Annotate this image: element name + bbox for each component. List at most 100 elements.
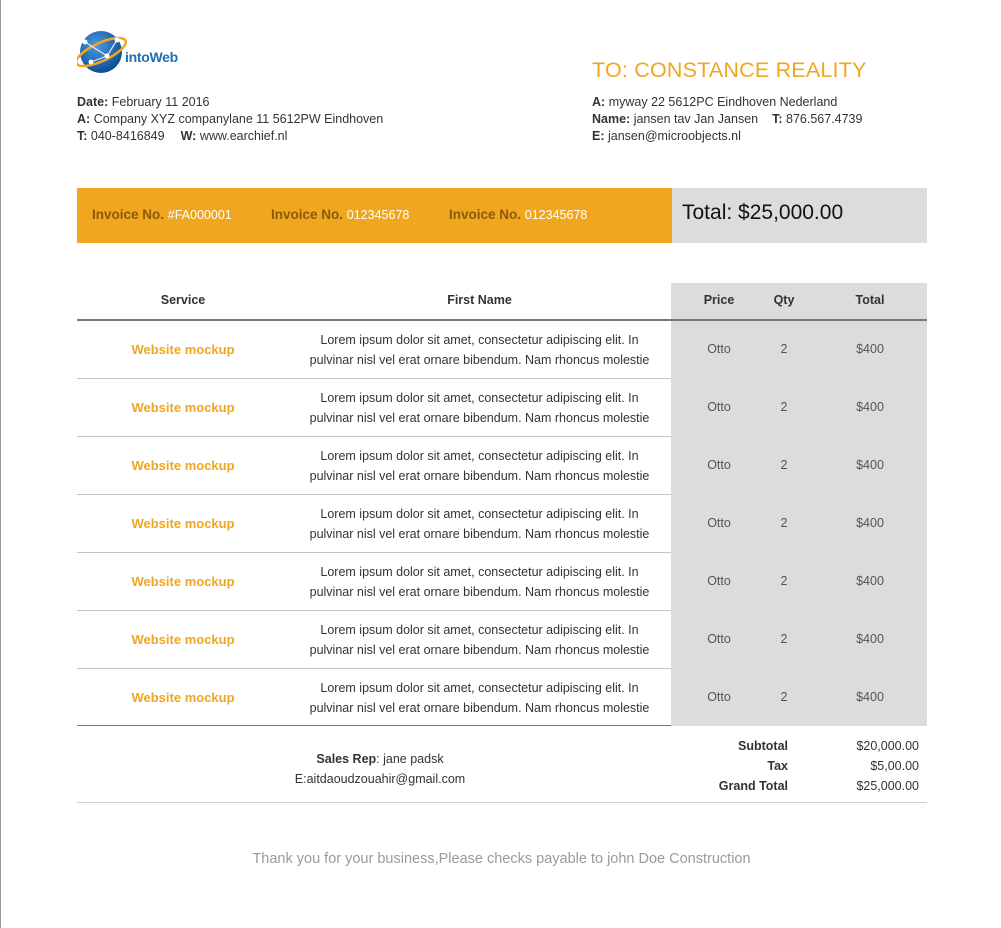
row-description-line: pulvinar nisl vel erat ornare bibendum. … <box>309 468 650 483</box>
row-qty: 2 <box>780 516 788 530</box>
summary-values: $20,000.00 $5,00.00 $25,000.00 <box>801 736 919 796</box>
row-description: Lorem ipsum dolor sit amet, consectetur … <box>289 505 670 544</box>
row-description-line: pulvinar nisl vel erat ornare bibendum. … <box>309 642 650 657</box>
row-description-line: Lorem ipsum dolor sit amet, consectetur … <box>320 449 639 463</box>
row-service: Website mockup <box>131 632 235 647</box>
invoice-number-label: Invoice No. <box>449 207 522 222</box>
row-description-line: pulvinar nisl vel erat ornare bibendum. … <box>309 584 650 599</box>
table-row: Website mockup Otto 2 $400 Lorem ipsum dolor… <box>77 379 927 437</box>
row-description-line: pulvinar nisl vel erat ornare bibendum. … <box>309 352 650 367</box>
row-description: Lorem ipsum dolor sit amet, consectetur … <box>289 679 670 718</box>
row-qty: 2 <box>780 632 788 646</box>
invoice-number-bar: Invoice No. #FA000001 Invoice No. 012345… <box>77 188 672 243</box>
table-row: Website mockup Otto 2 $400 Lorem ipsum dolor… <box>77 669 927 727</box>
row-description-line: Lorem ipsum dolor sit amet, consectetur … <box>320 507 639 521</box>
row-service: Website mockup <box>131 574 235 589</box>
row-total: $400 <box>856 458 884 472</box>
row-qty: 2 <box>780 342 788 356</box>
grand-total-value: $25,000.00 <box>856 779 919 793</box>
row-description-line: pulvinar nisl vel erat ornare bibendum. … <box>309 526 650 541</box>
sender-address-value: Company XYZ companylane 11 5612PW Eindho… <box>93 112 384 126</box>
row-service: Website mockup <box>131 690 235 705</box>
row-total: $400 <box>856 400 884 414</box>
row-service: Website mockup <box>131 400 235 415</box>
row-service: Website mockup <box>131 516 235 531</box>
tax-label: Tax <box>767 759 788 773</box>
header-first-name: First Name <box>447 293 512 307</box>
invoice-number-value: #FA000001 <box>167 208 232 222</box>
total-box: Total: $25,000.00 <box>672 188 927 243</box>
globe-icon <box>77 31 128 73</box>
sender-info: Date: February 11 2016 A: Company XYZ co… <box>77 94 383 145</box>
date-value: February 11 2016 <box>111 95 210 109</box>
recipient-email-label: E: <box>592 129 605 143</box>
row-total: $400 <box>856 516 884 530</box>
sales-rep-value: : jane padsk <box>376 752 444 766</box>
row-service: Website mockup <box>131 342 235 357</box>
row-service: Website mockup <box>131 458 235 473</box>
row-description: Lorem ipsum dolor sit amet, consectetur … <box>289 331 670 370</box>
recipient-address-value: myway 22 5612PC Eindhoven Nederland <box>608 95 838 109</box>
row-total: $400 <box>856 690 884 704</box>
row-qty: 2 <box>780 458 788 472</box>
thank-you-note: Thank you for your business,Please check… <box>252 851 751 867</box>
company-logo: intoWeb <box>77 26 197 78</box>
table-row: Website mockup Otto 2 $400 Lorem ipsum dolor… <box>77 611 927 669</box>
recipient-phone-value: 876.567.4739 <box>786 112 863 126</box>
row-description: Lorem ipsum dolor sit amet, consectetur … <box>289 447 670 486</box>
tax-value: $5,00.00 <box>870 759 919 773</box>
row-qty: 2 <box>780 574 788 588</box>
sender-phone-value: 040-8416849 <box>90 129 165 143</box>
table-bottom-divider <box>77 725 671 726</box>
summary-divider <box>77 802 927 803</box>
row-description: Lorem ipsum dolor sit amet, consectetur … <box>289 563 670 602</box>
row-description: Lorem ipsum dolor sit amet, consectetur … <box>289 621 670 660</box>
table-row: Website mockup Otto 2 $400 Lorem ipsum dolor… <box>77 553 927 611</box>
summary-labels: Subtotal Tax Grand Total <box>641 736 788 796</box>
invoice-number-1: Invoice No. #FA000001 <box>92 207 232 222</box>
row-description: Lorem ipsum dolor sit amet, consectetur … <box>289 389 670 428</box>
date-label: Date: <box>77 95 109 109</box>
recipient-address-label: A: <box>592 95 606 109</box>
row-total: $400 <box>856 342 884 356</box>
sales-rep-block: Sales Rep: jane padsk E:aitdaoudzouahir@… <box>213 749 547 789</box>
sender-web-label: W: <box>180 129 197 143</box>
row-total: $400 <box>856 632 884 646</box>
row-description-line: Lorem ipsum dolor sit amet, consectetur … <box>320 565 639 579</box>
row-total: $400 <box>856 574 884 588</box>
row-description-line: Lorem ipsum dolor sit amet, consectetur … <box>320 391 639 405</box>
subtotal-label: Subtotal <box>738 739 788 753</box>
invoice-number-label: Invoice No. <box>271 207 344 222</box>
header-service: Service <box>160 293 206 307</box>
recipient-title: TO: CONSTANCE REALITY <box>592 58 867 82</box>
subtotal-value: $20,000.00 <box>856 739 919 753</box>
recipient-info: A: myway 22 5612PC Eindhoven Nederland N… <box>592 94 862 145</box>
table-row: Website mockup Otto 2 $400 Lorem ipsum dolor… <box>77 321 927 379</box>
sender-web-value: www.earchief.nl <box>199 129 288 143</box>
sender-phone-label: T: <box>77 129 88 143</box>
row-description-line: Lorem ipsum dolor sit amet, consectetur … <box>320 623 639 637</box>
row-qty: 2 <box>780 400 788 414</box>
row-description-line: pulvinar nisl vel erat ornare bibendum. … <box>309 700 650 715</box>
invoice-number-2: Invoice No. 012345678 <box>271 207 409 222</box>
invoice-number-label: Invoice No. <box>92 207 165 222</box>
recipient-email-value: jansen@microobjects.nl <box>607 129 741 143</box>
recipient-name-value: jansen tav Jan Jansen <box>633 112 759 126</box>
sales-rep-email: E:aitdaoudzouahir@gmail.com <box>294 772 466 786</box>
total-amount: Total: $25,000.00 <box>682 201 844 224</box>
header-qty: Qty <box>773 293 795 307</box>
logo-text: intoWeb <box>125 49 178 65</box>
table-row: Website mockup Otto 2 $400 Lorem ipsum dolor… <box>77 437 927 495</box>
invoice-number-value: 012345678 <box>524 208 588 222</box>
recipient-phone-label: T: <box>772 112 783 126</box>
header-total: Total <box>855 293 885 307</box>
row-description-line: Lorem ipsum dolor sit amet, consectetur … <box>320 333 639 347</box>
row-description-line: Lorem ipsum dolor sit amet, consectetur … <box>320 681 639 695</box>
grand-total-label: Grand Total <box>718 779 788 793</box>
recipient-name-label: Name: <box>592 112 631 126</box>
sender-address-label: A: <box>77 112 91 126</box>
table-row: Website mockup Otto 2 $400 Lorem ipsum dolor… <box>77 495 927 553</box>
invoice-number-3: Invoice No. 012345678 <box>449 207 587 222</box>
sales-rep-label: Sales Rep <box>316 752 377 766</box>
invoice-number-value: 012345678 <box>346 208 410 222</box>
